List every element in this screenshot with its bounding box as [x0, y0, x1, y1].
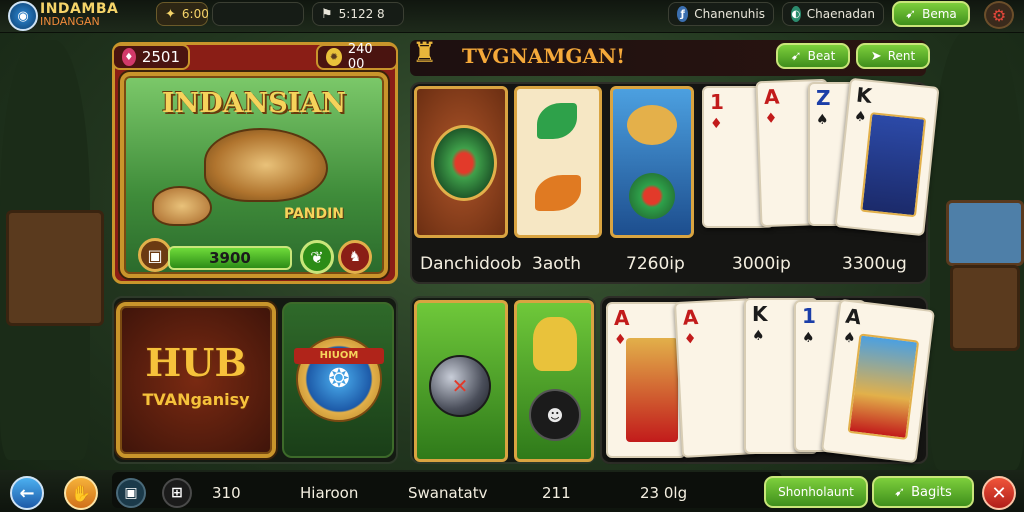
- coin-left-pill[interactable]: ♦ 2501: [112, 44, 190, 70]
- grid-icon[interactable]: ⊞: [162, 478, 192, 508]
- guild-pill[interactable]: ◐ Chaenadan: [782, 2, 884, 26]
- bagits-button[interactable]: ➹ Bagits: [872, 476, 974, 508]
- tile-leaf[interactable]: [514, 86, 602, 238]
- bulb-icon: ✹: [326, 48, 342, 66]
- chest-icon[interactable]: ▣: [138, 238, 172, 272]
- playing-card[interactable]: A ♠: [820, 298, 936, 464]
- diamond-icon: ♦: [683, 331, 697, 348]
- hand-icon[interactable]: ✋: [64, 476, 98, 510]
- face-art: [626, 338, 678, 442]
- coin-left-value: 2501: [141, 48, 180, 66]
- coins-value: 6:00: [181, 7, 209, 21]
- table-title: TVGNAMGAN!: [462, 44, 626, 68]
- cat-icon: ☻: [529, 389, 581, 441]
- eye-icon: ◉: [17, 8, 29, 24]
- back-arrow-icon[interactable]: ←: [10, 476, 44, 510]
- badge-tile[interactable]: ❂ HIUOM: [282, 302, 394, 458]
- gem-icon: ♦: [122, 48, 136, 66]
- playing-card[interactable]: A ♦: [606, 302, 686, 458]
- leaf-icon: ➹: [894, 484, 906, 500]
- coins-pill[interactable]: ✦ 6:00: [156, 2, 209, 26]
- score-value: 5:122 8: [338, 7, 385, 21]
- coin-right-pill[interactable]: ✹ 240 00: [316, 42, 398, 72]
- picture-frame: [946, 200, 1024, 266]
- spacer-pill: [212, 2, 304, 26]
- arrow-icon: ➤: [870, 48, 882, 64]
- tile-water[interactable]: [610, 86, 694, 238]
- user-pill[interactable]: ƒ Chanenuhis: [668, 2, 774, 26]
- wooden-post: [950, 265, 1020, 351]
- leaf-icon[interactable]: ❦: [300, 240, 334, 274]
- runner-icon: ⚑: [321, 6, 333, 22]
- coin-right-value: 240 00: [347, 42, 373, 72]
- small-fish-art: [152, 186, 212, 226]
- fish-art: [204, 128, 328, 202]
- mask-icon[interactable]: ♞: [338, 240, 372, 274]
- shonholaunt-label: Shonholaunt: [778, 485, 854, 499]
- carrot-icon: [533, 317, 577, 371]
- table-label-4: 3000ip: [732, 254, 791, 274]
- stat-1: 310: [212, 484, 241, 502]
- shonholaunt-button[interactable]: Shonholaunt: [764, 476, 868, 508]
- featured-subtitle: PANDIN: [283, 206, 345, 222]
- leaf-icon: ➹: [905, 6, 917, 22]
- logo-sub: INDANGAN: [40, 15, 100, 28]
- beat-button[interactable]: ➹ Beat: [776, 43, 850, 69]
- wooden-hut: [6, 210, 104, 326]
- trophy-icon: ♜: [412, 36, 438, 69]
- settings-button[interactable]: ➹ Bema: [892, 1, 970, 27]
- user-name: Chanenuhis: [694, 7, 765, 21]
- card-rank: A: [682, 304, 699, 330]
- orb-icon: [629, 173, 675, 219]
- user-icon: ƒ: [677, 6, 689, 22]
- playing-card[interactable]: K ♠: [834, 77, 940, 237]
- hub-title: HUB: [145, 340, 247, 385]
- stat-2: Hiaroon: [300, 484, 359, 502]
- card-rank: A: [614, 306, 630, 330]
- badge-ribbon: HIUOM: [294, 348, 384, 364]
- stat-4: 211: [542, 484, 571, 502]
- bagits-label: Bagits: [911, 484, 952, 500]
- rent-label: Rent: [887, 49, 916, 63]
- prize-bar: 3900: [168, 246, 292, 270]
- beat-label: Beat: [807, 49, 836, 63]
- table-label-5: 3300ug: [842, 254, 907, 274]
- profile-avatar[interactable]: ◉: [8, 1, 38, 31]
- orb-icon: ✕: [429, 355, 491, 417]
- coin-icon: ✦: [165, 6, 176, 22]
- leaf-icon: [537, 103, 577, 139]
- shield-icon: ◐: [791, 6, 801, 22]
- tile-orb[interactable]: ✕: [414, 300, 508, 462]
- stat-3: Swanatatv: [408, 484, 488, 502]
- table-label-3: 7260ip: [626, 254, 685, 274]
- carrot-icon: [535, 175, 581, 211]
- robot-icon[interactable]: ▣: [116, 478, 146, 508]
- table-label-1: Danchidoob: [420, 254, 522, 274]
- featured-game-tile[interactable]: INDANSIAN PANDIN ▣ 3900 ❦ ♞: [120, 72, 388, 278]
- close-icon[interactable]: ✕: [982, 476, 1016, 510]
- logo-main: INDAMBA: [40, 1, 119, 17]
- tile-emblem[interactable]: [414, 86, 508, 238]
- fish-icon: [627, 105, 677, 145]
- featured-title: INDANSIAN: [161, 88, 347, 119]
- queen-art: [847, 333, 920, 440]
- tile-creature[interactable]: ☻: [514, 300, 594, 462]
- score-pill[interactable]: ⚑ 5:122 8: [312, 2, 404, 26]
- rent-button[interactable]: ➤ Rent: [856, 43, 930, 69]
- settings-label: Bema: [922, 7, 957, 21]
- guild-name: Chaenadan: [806, 7, 875, 21]
- hub-tile[interactable]: HUB TVANganisy: [116, 302, 276, 458]
- arrow-icon: ➹: [790, 48, 802, 64]
- king-art: [860, 112, 927, 218]
- emerald-icon: [431, 125, 497, 201]
- game-logo: INDAMBA INDANGAN: [40, 2, 140, 30]
- hub-subtitle: TVANganisy: [142, 390, 250, 409]
- gear-icon[interactable]: ⚙: [984, 1, 1014, 29]
- stat-5: 23 0lg: [640, 484, 688, 502]
- table-label-2: 3aoth: [532, 254, 582, 274]
